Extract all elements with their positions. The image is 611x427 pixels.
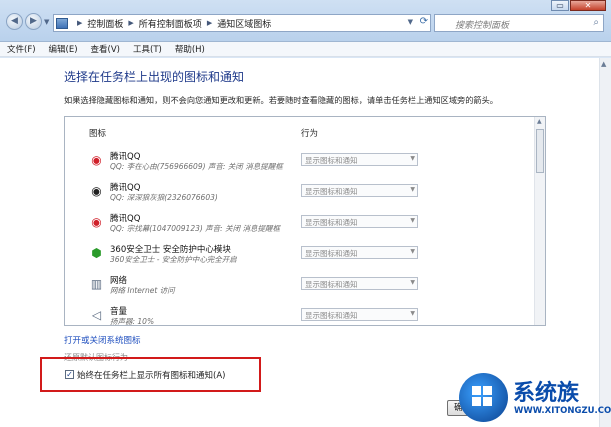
address-bar[interactable]: ▶ 控制面板 ▶ 所有控制面板项 ▶ 通知区域图标 ▼ ⟳ [53, 14, 431, 32]
menu-tools[interactable]: 工具(T) [133, 43, 162, 55]
chevron-down-icon: ▼ [410, 248, 415, 255]
behavior-value: 显示图标和通知 [305, 187, 358, 196]
column-header-icon: 图标 [89, 129, 107, 139]
breadcrumb-notification-icons[interactable]: 通知区域图标 [217, 17, 271, 30]
qq-icon: ◉ [91, 184, 102, 198]
forward-button[interactable]: ▶ [25, 13, 42, 30]
breadcrumb-chevron-icon[interactable]: ▶ [207, 19, 212, 27]
behavior-value: 显示图标和通知 [305, 218, 358, 227]
menu-file[interactable]: 文件(F) [7, 43, 36, 55]
back-button[interactable]: ◀ [6, 13, 23, 30]
scroll-up-icon[interactable]: ▲ [537, 118, 542, 125]
item-detail: 360安全卫士 - 安全防护中心完全开启 [110, 255, 237, 264]
menu-edit[interactable]: 编辑(E) [49, 43, 78, 55]
close-button[interactable]: ✕ [570, 0, 606, 11]
behavior-value: 显示图标和通知 [305, 156, 358, 165]
chevron-down-icon: ▼ [410, 186, 415, 193]
behavior-select[interactable]: 显示图标和通知 ▼ [301, 153, 418, 166]
behavior-value: 显示图标和通知 [305, 249, 358, 258]
speaker-icon: ◁ [91, 308, 102, 322]
behavior-select[interactable]: 显示图标和通知 ▼ [301, 184, 418, 197]
scroll-up-icon[interactable]: ▲ [601, 60, 606, 68]
behavior-value: 显示图标和通知 [305, 311, 358, 320]
menu-bar: 文件(F) 编辑(E) 查看(V) 工具(T) 帮助(H) [0, 42, 611, 57]
chevron-down-icon: ▼ [410, 310, 415, 317]
list-item: ⬢ 360安全卫士 安全防护中心模块 360安全卫士 - 安全防护中心完全开启 … [65, 242, 535, 273]
item-detail: 网络 Internet 访问 [110, 286, 175, 295]
behavior-value: 显示图标和通知 [305, 280, 358, 289]
minimize-button[interactable]: ▭ [551, 0, 569, 11]
always-show-label: 始终在任务栏上显示所有图标和通知(A) [77, 371, 226, 381]
control-panel-icon [56, 17, 68, 29]
item-detail: QQ: 宗找幕(1047009123) 声音: 关闭 消息提醒框 [110, 224, 280, 233]
list-scrollbar[interactable]: ▲ [534, 117, 545, 325]
address-dropdown-icon[interactable]: ▼ [408, 18, 413, 26]
watermark-url: WWW.XITONGZU.COM [514, 406, 611, 416]
watermark: 系统族 WWW.XITONGZU.COM [456, 372, 611, 427]
network-icon: ▥ [90, 277, 103, 291]
item-detail: QQ: 深深狼灰狼(2326076603) [110, 193, 218, 202]
column-header-behavior: 行为 [301, 129, 319, 139]
behavior-select[interactable]: 显示图标和通知 ▼ [301, 246, 418, 259]
windows-logo-icon [472, 386, 494, 408]
history-dropdown-icon[interactable]: ▼ [44, 18, 49, 26]
behavior-select[interactable]: 显示图标和通知 ▼ [301, 215, 418, 228]
breadcrumb-all-items[interactable]: 所有控制面板项 [139, 17, 202, 30]
watermark-text: 系统族 [513, 381, 580, 406]
chevron-down-icon: ▼ [410, 279, 415, 286]
always-show-checkbox[interactable]: ✓ [65, 370, 74, 379]
shield-icon: ⬢ [91, 246, 102, 260]
page-title: 选择在任务栏上出现的图标和通知 [64, 70, 245, 84]
item-detail: QQ: 李在心由(756966609) 声音: 关闭 消息提醒框 [110, 162, 283, 171]
qq-icon: ◉ [91, 215, 102, 229]
list-item: ▥ 网络 网络 Internet 访问 显示图标和通知 ▼ [65, 273, 535, 304]
search-placeholder: 搜索控制面板 [455, 21, 510, 31]
behavior-select[interactable]: 显示图标和通知 ▼ [301, 308, 418, 321]
chevron-down-icon: ▼ [410, 155, 415, 162]
list-item: ◉ 腾讯QQ QQ: 李在心由(756966609) 声音: 关闭 消息提醒框 … [65, 149, 535, 180]
menu-help[interactable]: 帮助(H) [175, 43, 205, 55]
system-icons-link[interactable]: 打开或关闭系统图标 [64, 334, 141, 346]
scroll-thumb[interactable] [536, 129, 544, 173]
notification-icons-list: 图标 行为 ◉ 腾讯QQ QQ: 李在心由(756966609) 声音: 关闭 … [64, 116, 546, 326]
search-icon[interactable]: ⌕ [593, 17, 599, 28]
item-detail: 扬声器: 10% [110, 317, 155, 326]
chevron-down-icon: ▼ [410, 217, 415, 224]
list-item: ◉ 腾讯QQ QQ: 深深狼灰狼(2326076603) 显示图标和通知 ▼ [65, 180, 535, 211]
title-bar: ◀ ▶ ▼ ▶ 控制面板 ▶ 所有控制面板项 ▶ 通知区域图标 ▼ ⟳ 搜索控制… [0, 0, 611, 42]
breadcrumb-chevron-icon[interactable]: ▶ [77, 19, 82, 27]
search-input[interactable]: 搜索控制面板 ⌕ [434, 14, 604, 32]
refresh-icon[interactable]: ⟳ [420, 16, 428, 27]
list-item: ◁ 音量 扬声器: 10% 显示图标和通知 ▼ [65, 304, 535, 326]
breadcrumb-control-panel[interactable]: 控制面板 [87, 17, 123, 30]
behavior-select[interactable]: 显示图标和通知 ▼ [301, 277, 418, 290]
list-item: ◉ 腾讯QQ QQ: 宗找幕(1047009123) 声音: 关闭 消息提醒框 … [65, 211, 535, 242]
menu-view[interactable]: 查看(V) [91, 43, 120, 55]
page-description: 如果选择隐藏图标和通知，则不会向您通知更改和更新。若要随时查看隐藏的图标，请单击… [64, 95, 498, 105]
qq-icon: ◉ [91, 153, 102, 167]
breadcrumb-chevron-icon[interactable]: ▶ [128, 19, 133, 27]
